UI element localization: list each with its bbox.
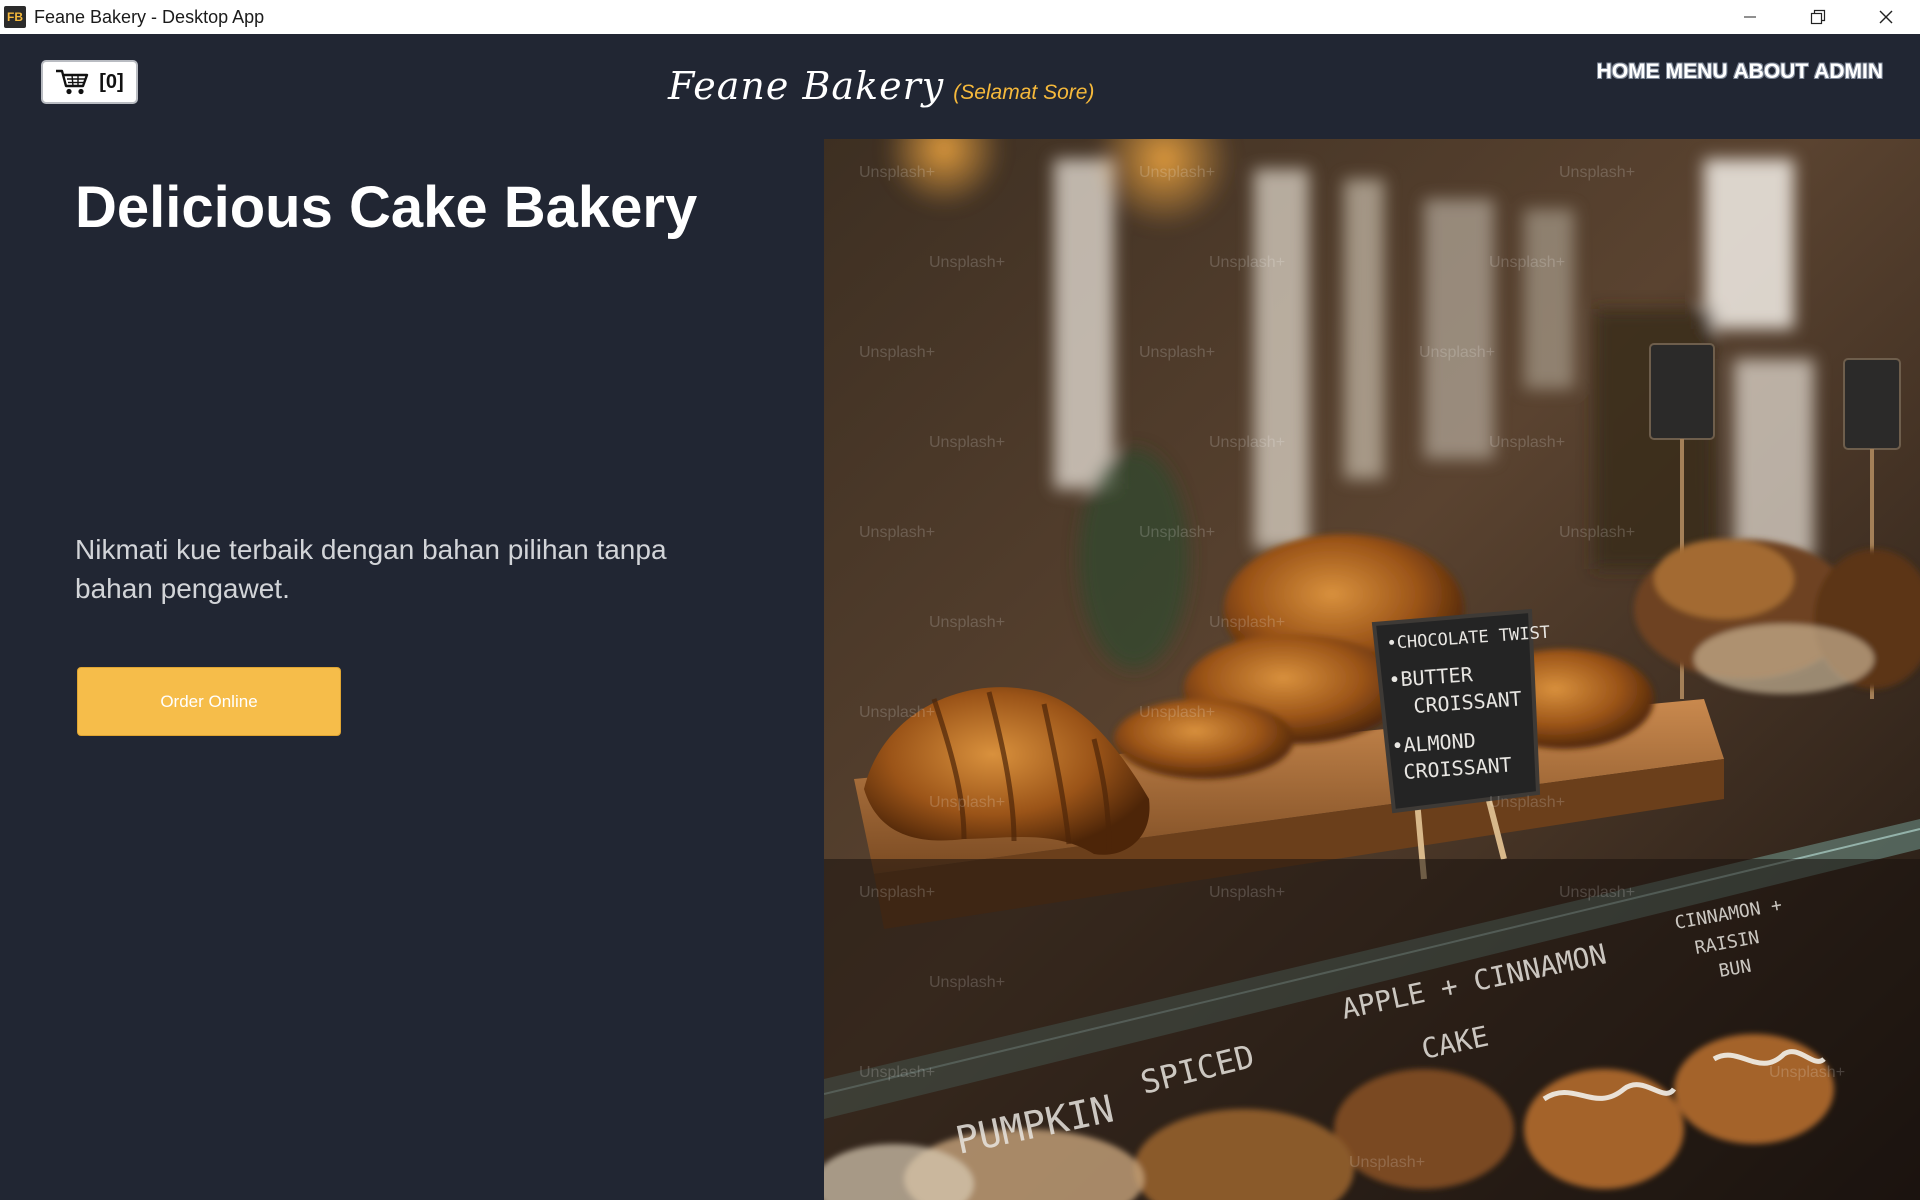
- bakery-display-photo: •CHOCOLATE TWIST •BUTTER CROISSANT •ALMO…: [824, 139, 1920, 1200]
- brand-name: Feane Bakery: [668, 64, 945, 108]
- watermark: Unsplash+: [929, 794, 1005, 811]
- watermark: Unsplash+: [1559, 164, 1635, 181]
- watermark: Unsplash+: [1209, 434, 1285, 451]
- watermark: Unsplash+: [859, 704, 935, 721]
- watermark: Unsplash+: [1489, 434, 1565, 451]
- watermark: Unsplash+: [1559, 524, 1635, 541]
- watermark: Unsplash+: [859, 164, 935, 181]
- watermark: Unsplash+: [1209, 254, 1285, 271]
- hero-title: Delicious Cake Bakery: [75, 175, 698, 240]
- watermark: Unsplash+: [859, 1064, 935, 1081]
- window-title: Feane Bakery - Desktop App: [34, 6, 265, 27]
- window-controls: [1716, 0, 1920, 34]
- close-icon: [1879, 10, 1893, 24]
- app-content: [0] Feane Bakery (Selamat Sore) HOME MEN…: [0, 34, 1920, 1200]
- nav-admin[interactable]: ADMIN: [1813, 58, 1884, 86]
- watermark: Unsplash+: [1139, 164, 1215, 181]
- watermark: Unsplash+: [1139, 524, 1215, 541]
- watermark: Unsplash+: [1209, 884, 1285, 901]
- app-logo-icon: FB: [4, 6, 26, 28]
- watermark: Unsplash+: [1209, 614, 1285, 631]
- bakery-photo-illustration: •CHOCOLATE TWIST •BUTTER CROISSANT •ALMO…: [824, 139, 1920, 1200]
- watermark: Unsplash+: [1139, 344, 1215, 361]
- watermark: Unsplash+: [1419, 344, 1495, 361]
- watermark: Unsplash+: [859, 344, 935, 361]
- watermark: Unsplash+: [929, 614, 1005, 631]
- brand: Feane Bakery (Selamat Sore): [668, 64, 1094, 108]
- nav-home[interactable]: HOME: [1596, 58, 1661, 86]
- restore-icon: [1810, 9, 1826, 25]
- nav-about[interactable]: ABOUT: [1733, 58, 1810, 86]
- watermark: Unsplash+: [859, 524, 935, 541]
- watermark: Unsplash+: [1349, 1154, 1425, 1171]
- watermark: Unsplash+: [1489, 254, 1565, 271]
- shopping-cart-icon: [56, 69, 89, 95]
- cart-button[interactable]: [0]: [41, 60, 138, 104]
- minimize-icon: [1744, 16, 1756, 18]
- main-nav: HOME MENU ABOUT ADMIN: [1596, 58, 1884, 86]
- window-titlebar: FB Feane Bakery - Desktop App: [0, 0, 1920, 35]
- close-button[interactable]: [1852, 0, 1920, 34]
- watermark: Unsplash+: [1489, 794, 1565, 811]
- restore-button[interactable]: [1784, 0, 1852, 34]
- cart-count: [0]: [99, 70, 124, 93]
- watermark: Unsplash+: [859, 884, 935, 901]
- watermark: Unsplash+: [1559, 884, 1635, 901]
- order-online-button[interactable]: Order Online: [77, 667, 341, 736]
- watermark: Unsplash+: [1139, 704, 1215, 721]
- nav-menu[interactable]: MENU: [1665, 58, 1729, 86]
- watermark: Unsplash+: [1769, 1064, 1845, 1081]
- watermark: Unsplash+: [929, 434, 1005, 451]
- watermark: Unsplash+: [929, 254, 1005, 271]
- greeting-text: (Selamat Sore): [953, 81, 1095, 104]
- minimize-button[interactable]: [1716, 0, 1784, 34]
- hero-description: Nikmati kue terbaik dengan bahan pilihan…: [75, 534, 667, 604]
- watermark: Unsplash+: [929, 974, 1005, 991]
